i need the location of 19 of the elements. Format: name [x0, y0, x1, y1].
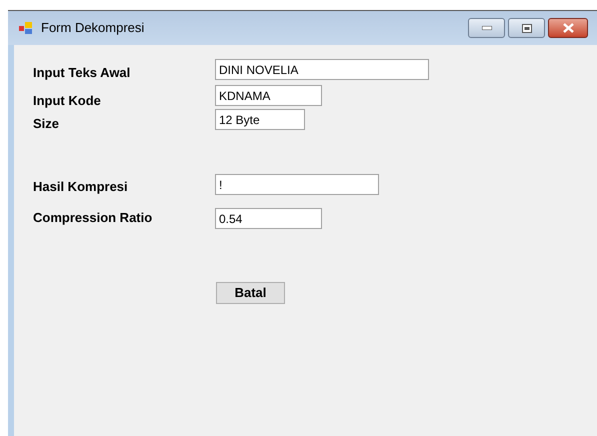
window-title: Form Dekompresi [41, 19, 144, 38]
close-icon [562, 23, 574, 33]
text-field[interactable]: DINI NOVELIA [215, 59, 429, 80]
restore-icon [522, 24, 532, 32]
cancel-button[interactable]: Batal [216, 282, 285, 304]
maximize-button[interactable] [508, 18, 545, 38]
field-label: Input Kode [33, 92, 102, 110]
minimize-button[interactable] [468, 18, 505, 38]
text-field[interactable]: KDNAMA [215, 85, 322, 106]
field-label: Input Teks Awal [33, 64, 132, 82]
field-label: Hasil Kompresi [33, 178, 129, 196]
app-icon [18, 20, 34, 36]
text-field[interactable]: 0.54 [215, 208, 322, 229]
field-label: Compression Ratio [33, 209, 154, 227]
field-label: Size [33, 115, 60, 133]
minimize-icon [482, 26, 492, 30]
close-button[interactable] [548, 18, 588, 38]
text-field[interactable]: 12 Byte [215, 109, 305, 130]
text-field[interactable]: ! [215, 174, 379, 195]
